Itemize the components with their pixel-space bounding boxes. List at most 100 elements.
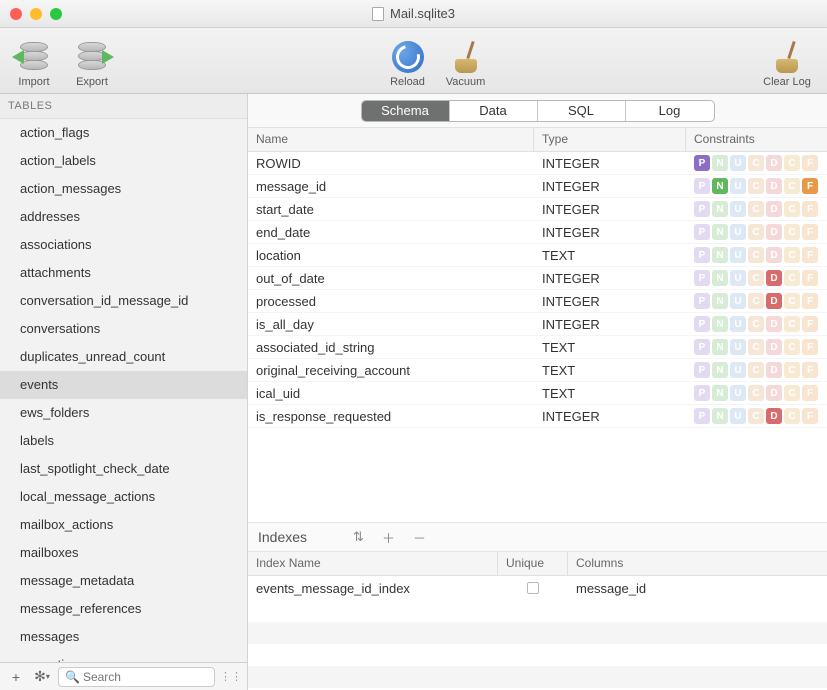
schema-row[interactable]: processedINTEGERPNUCDCF <box>248 290 827 313</box>
constraint-badge-u: U <box>730 178 746 194</box>
idx-header-unique[interactable]: Unique <box>498 552 568 575</box>
table-item-addresses[interactable]: addresses <box>0 203 247 231</box>
constraint-badge-d: D <box>766 155 782 171</box>
column-type: TEXT <box>534 340 686 355</box>
header-type[interactable]: Type <box>534 128 686 151</box>
indexes-remove-button[interactable]: － <box>413 528 426 547</box>
schema-row[interactable]: associated_id_stringTEXTPNUCDCF <box>248 336 827 359</box>
schema-columns-header: Name Type Constraints <box>248 128 827 152</box>
constraint-badge-p: P <box>694 293 710 309</box>
indexes-section-header: Indexes ⇅ ＋ － <box>248 522 827 552</box>
table-item-ews-folders[interactable]: ews_folders <box>0 399 247 427</box>
schema-row[interactable]: message_idINTEGERPNUCDCF <box>248 175 827 198</box>
schema-row[interactable]: is_response_requestedINTEGERPNUCDCF <box>248 405 827 428</box>
table-item-action-flags[interactable]: action_flags <box>0 119 247 147</box>
tab-log[interactable]: Log <box>626 101 714 121</box>
column-name: end_date <box>248 225 534 240</box>
column-constraints: PNUCDCF <box>686 293 827 309</box>
gear-button[interactable]: ✻▾ <box>32 667 52 687</box>
column-type: INTEGER <box>534 202 686 217</box>
table-item-action-messages[interactable]: action_messages <box>0 175 247 203</box>
table-item-conversation-id-message-id[interactable]: conversation_id_message_id <box>0 287 247 315</box>
resize-grip-icon: ⋮⋮ <box>221 667 241 687</box>
constraint-badge-n: N <box>712 270 728 286</box>
clear-log-label: Clear Log <box>763 76 811 88</box>
vacuum-label: Vacuum <box>446 76 486 88</box>
constraint-badge-p: P <box>694 362 710 378</box>
table-item-attachments[interactable]: attachments <box>0 259 247 287</box>
sidebar: TABLES action_flagsaction_labelsaction_m… <box>0 94 248 690</box>
column-type: INTEGER <box>534 225 686 240</box>
index-row[interactable]: events_message_id_indexmessage_id <box>248 576 827 600</box>
vacuum-button[interactable]: Vacuum <box>442 38 490 88</box>
indexes-sort-icon[interactable]: ⇅ <box>353 529 364 545</box>
table-item-message-metadata[interactable]: message_metadata <box>0 567 247 595</box>
document-icon <box>372 7 384 21</box>
column-constraints: PNUCDCF <box>686 224 827 240</box>
table-item-mailbox-actions[interactable]: mailbox_actions <box>0 511 247 539</box>
table-item-action-labels[interactable]: action_labels <box>0 147 247 175</box>
clear-log-button[interactable]: Clear Log <box>757 38 817 88</box>
column-type: INTEGER <box>534 156 686 171</box>
tab-data[interactable]: Data <box>450 101 538 121</box>
broom-icon <box>772 41 802 73</box>
schema-row[interactable]: end_dateINTEGERPNUCDCF <box>248 221 827 244</box>
close-window-button[interactable] <box>10 8 22 20</box>
table-item-message-references[interactable]: message_references <box>0 595 247 623</box>
index-unique[interactable] <box>498 582 568 594</box>
reload-button[interactable]: Reload <box>384 38 432 88</box>
constraint-badge-c: C <box>748 293 764 309</box>
minimize-window-button[interactable] <box>30 8 42 20</box>
constraint-badge-c: C <box>748 408 764 424</box>
idx-header-columns[interactable]: Columns <box>568 552 827 575</box>
schema-row[interactable]: start_dateINTEGERPNUCDCF <box>248 198 827 221</box>
constraint-badge-n: N <box>712 385 728 401</box>
reload-label: Reload <box>390 76 425 88</box>
header-constraints[interactable]: Constraints <box>686 128 827 151</box>
indexes-add-button[interactable]: ＋ <box>382 528 395 547</box>
column-constraints: PNUCDCF <box>686 178 827 194</box>
table-list[interactable]: action_flagsaction_labelsaction_messages… <box>0 119 247 662</box>
constraint-badge-c: C <box>784 155 800 171</box>
column-constraints: PNUCDCF <box>686 408 827 424</box>
zoom-window-button[interactable] <box>50 8 62 20</box>
tab-schema[interactable]: Schema <box>362 101 450 121</box>
constraint-badge-p: P <box>694 155 710 171</box>
table-item-properties[interactable]: properties <box>0 651 247 662</box>
constraint-badge-n: N <box>712 293 728 309</box>
table-item-labels[interactable]: labels <box>0 427 247 455</box>
schema-row[interactable]: ROWIDINTEGERPNUCDCF <box>248 152 827 175</box>
constraint-badge-d: D <box>766 316 782 332</box>
constraint-badge-u: U <box>730 316 746 332</box>
table-item-conversations[interactable]: conversations <box>0 315 247 343</box>
column-type: TEXT <box>534 386 686 401</box>
column-type: TEXT <box>534 363 686 378</box>
constraint-badge-u: U <box>730 201 746 217</box>
constraint-badge-c: C <box>784 293 800 309</box>
idx-header-name[interactable]: Index Name <box>248 552 498 575</box>
import-button[interactable]: Import <box>10 38 58 88</box>
schema-row[interactable]: ical_uidTEXTPNUCDCF <box>248 382 827 405</box>
table-item-messages[interactable]: messages <box>0 623 247 651</box>
schema-row[interactable]: original_receiving_accountTEXTPNUCDCF <box>248 359 827 382</box>
table-item-associations[interactable]: associations <box>0 231 247 259</box>
constraint-badge-d: D <box>766 270 782 286</box>
table-item-duplicates-unread-count[interactable]: duplicates_unread_count <box>0 343 247 371</box>
table-item-mailboxes[interactable]: mailboxes <box>0 539 247 567</box>
schema-row[interactable]: out_of_dateINTEGERPNUCDCF <box>248 267 827 290</box>
schema-body: ROWIDINTEGERPNUCDCFmessage_idINTEGERPNUC… <box>248 152 827 428</box>
table-item-events[interactable]: events <box>0 371 247 399</box>
schema-row[interactable]: is_all_dayINTEGERPNUCDCF <box>248 313 827 336</box>
search-input[interactable] <box>83 670 208 684</box>
indexes-body: events_message_id_indexmessage_id <box>248 576 827 600</box>
header-name[interactable]: Name <box>248 128 534 151</box>
constraint-badge-n: N <box>712 247 728 263</box>
table-item-last-spotlight-check-date[interactable]: last_spotlight_check_date <box>0 455 247 483</box>
schema-row[interactable]: locationTEXTPNUCDCF <box>248 244 827 267</box>
tab-sql[interactable]: SQL <box>538 101 626 121</box>
add-button[interactable]: + <box>6 667 26 687</box>
search-box[interactable]: 🔍 <box>58 667 215 687</box>
export-button[interactable]: Export <box>68 38 116 88</box>
constraint-badge-c: C <box>784 224 800 240</box>
table-item-local-message-actions[interactable]: local_message_actions <box>0 483 247 511</box>
